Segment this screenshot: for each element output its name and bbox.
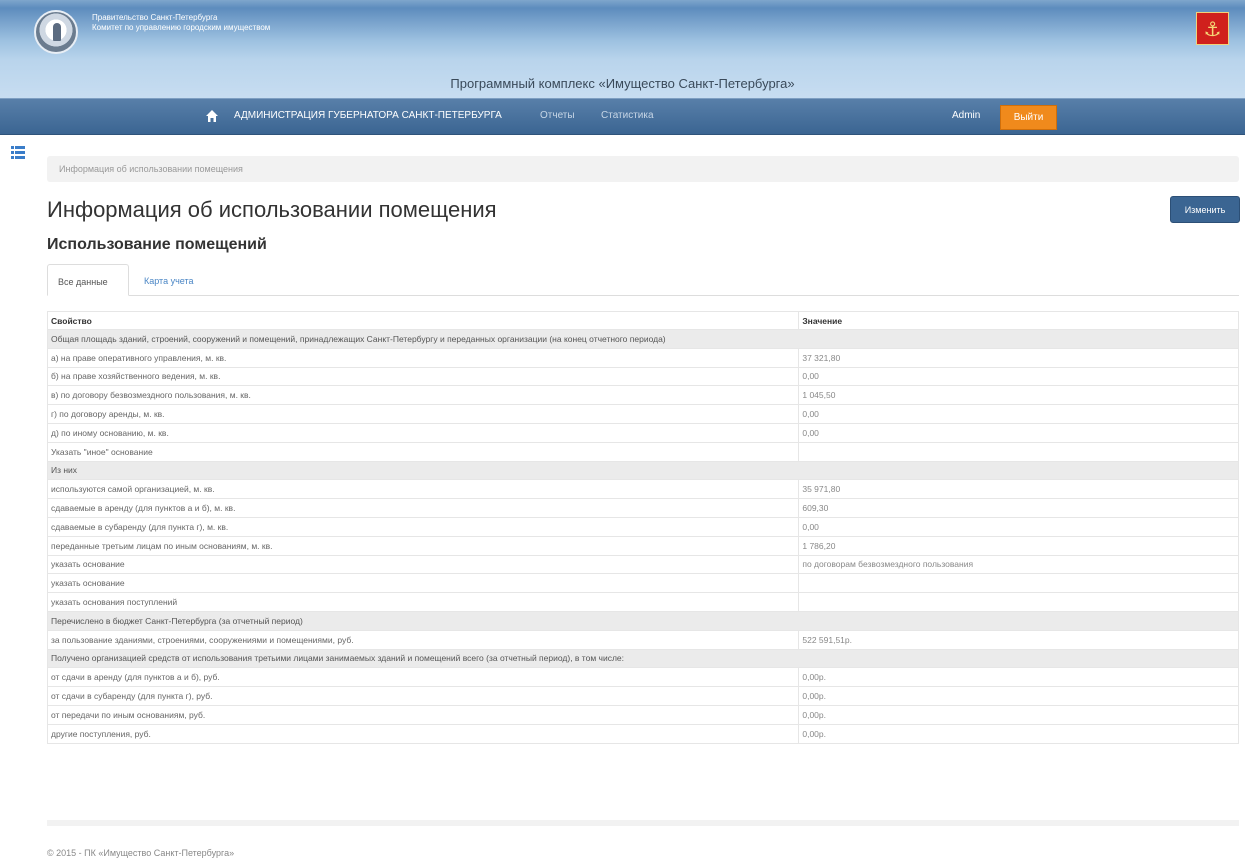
group-label-cell: Получено организацией средств от использ…: [47, 648, 1239, 669]
organization-line-2: Комитет по управлению городским имуществ…: [92, 23, 271, 32]
table-body: Общая площадь зданий, строений, сооружен…: [46, 329, 1239, 744]
table-row: указать основание по договорам безвозмезд…: [46, 554, 1239, 575]
table-row: б) на праве хозяйственного ведения, м. к…: [46, 366, 1239, 387]
nav-item-reports[interactable]: Отчеты: [540, 110, 575, 121]
property-cell: Указать "иное" основание: [46, 441, 800, 462]
header-banner: Правительство Санкт-Петербурга Комитет п…: [0, 0, 1245, 98]
property-cell: переданные третьим лицам по иным основан…: [46, 535, 800, 556]
property-cell: указать основание: [46, 554, 800, 575]
property-cell: а) на праве оперативного управления, м. …: [46, 347, 800, 368]
table-row: используются самой организацией, м. кв. 3…: [46, 479, 1239, 500]
value-cell: 0,00р.: [798, 686, 1239, 706]
tab-record-card[interactable]: Карта учета: [134, 264, 204, 296]
table-group-row: Перечислено в бюджет Санкт-Петербурга (з…: [47, 610, 1239, 631]
nav-item-administration[interactable]: АДМИНИСТРАЦИЯ ГУБЕРНАТОРА САНКТ-ПЕТЕРБУР…: [234, 110, 502, 121]
organization-line-1: Правительство Санкт-Петербурга: [92, 13, 218, 22]
property-cell: сдаваемые в аренду (для пунктов а и б), …: [46, 498, 800, 518]
table-row: от сдачи в аренду (для пунктов а и б), р…: [46, 667, 1239, 688]
group-label-cell: Перечислено в бюджет Санкт-Петербурга (з…: [47, 610, 1239, 631]
table-row: в) по договору безвозмездного пользовани…: [46, 385, 1239, 406]
value-cell: 0,00: [798, 366, 1239, 387]
table-row: от сдачи в субаренду (для пункта г), руб…: [46, 686, 1239, 706]
property-cell: указать основания поступлений: [46, 592, 800, 612]
page-title: Информация об использовании помещения: [47, 197, 497, 222]
group-label-cell: Из них: [47, 460, 1239, 481]
nav-item-statistics[interactable]: Статистика: [601, 110, 654, 121]
table-row: другие поступления, руб. 0,00р.: [46, 723, 1239, 744]
value-cell: 1 045,50: [798, 385, 1239, 406]
property-cell: д) по иному основанию, м. кв.: [46, 422, 800, 443]
value-cell: 35 971,80: [798, 479, 1239, 500]
table-row: д) по иному основанию, м. кв. 0,00: [46, 422, 1239, 443]
column-header-value: Значение: [798, 311, 1239, 330]
column-header-property: Свойство: [46, 311, 800, 330]
value-cell: 0,00: [798, 422, 1239, 443]
value-cell: по договорам безвозмездного пользования: [798, 554, 1239, 575]
value-cell: 37 321,80: [798, 347, 1239, 368]
user-name-link[interactable]: Admin: [952, 110, 980, 121]
property-cell: сдаваемые в субаренду (для пункта г), м.…: [46, 516, 800, 537]
value-cell: 1 786,20: [798, 535, 1239, 556]
property-cell: г) по договору аренды, м. кв.: [46, 404, 800, 424]
value-cell: 609,30: [798, 498, 1239, 518]
footer-copyright: © 2015 - ПК «Имущество Санкт-Петербурга»: [47, 848, 235, 858]
group-label-cell: Общая площадь зданий, строений, сооружен…: [47, 329, 1239, 349]
city-flag-icon: ⚓: [1196, 12, 1229, 45]
table-group-row: Из них: [47, 460, 1239, 481]
government-emblem-icon: [34, 10, 78, 54]
table-row: г) по договору аренды, м. кв. 0,00: [46, 404, 1239, 424]
section-title: Использование помещений: [47, 236, 267, 253]
property-cell: указать основание: [46, 573, 800, 594]
property-cell: используются самой организацией, м. кв.: [46, 479, 800, 500]
tab-bar: Все данные Карта учета: [47, 264, 1239, 296]
property-cell: в) по договору безвозмездного пользовани…: [46, 385, 800, 406]
tab-all-data[interactable]: Все данные: [47, 264, 129, 296]
value-cell: 0,00р.: [798, 704, 1239, 725]
table-row: от передачи по иным основаниям, руб. 0,00…: [46, 704, 1239, 725]
table-row: указать основания поступлений: [46, 592, 1239, 612]
table-row: сдаваемые в аренду (для пунктов а и б), …: [46, 498, 1239, 518]
property-cell: другие поступления, руб.: [46, 723, 800, 744]
value-cell: [798, 573, 1239, 594]
table-row: сдаваемые в субаренду (для пункта г), м.…: [46, 516, 1239, 537]
home-icon[interactable]: [205, 109, 219, 123]
property-cell: от передачи по иным основаниям, руб.: [46, 704, 800, 725]
property-cell: от сдачи в субаренду (для пункта г), руб…: [46, 686, 800, 706]
logout-button[interactable]: Выйти: [1000, 105, 1057, 130]
breadcrumb: Информация об использовании помещения: [47, 156, 1239, 182]
app-subtitle: Программный комплекс «Имущество Санкт-Пе…: [450, 76, 795, 91]
value-cell: 0,00р.: [798, 723, 1239, 744]
table-group-row: Получено организацией средств от использ…: [47, 648, 1239, 669]
organization-name: Правительство Санкт-Петербурга Комитет п…: [92, 13, 270, 33]
table-row: указать основание: [46, 573, 1239, 594]
property-cell: за пользование зданиями, строениями, соо…: [46, 629, 800, 650]
value-cell: 522 591,51р.: [798, 629, 1239, 650]
value-cell: 0,00р.: [798, 667, 1239, 688]
value-cell: 0,00: [798, 516, 1239, 537]
table-row: переданные третьим лицам по иным основан…: [46, 535, 1239, 556]
table-row: Указать "иное" основание: [46, 441, 1239, 462]
table-group-row: Общая площадь зданий, строений, сооружен…: [47, 329, 1239, 349]
value-cell: 0,00: [798, 404, 1239, 424]
property-cell: от сдачи в аренду (для пунктов а и б), р…: [46, 667, 800, 688]
table-row: а) на праве оперативного управления, м. …: [46, 347, 1239, 368]
properties-table: Свойство Значение Общая площадь зданий, …: [46, 311, 1239, 744]
value-cell: [798, 592, 1239, 612]
table-bottom-bar: [47, 820, 1239, 826]
sidebar-list-icon[interactable]: [11, 146, 25, 159]
value-cell: [798, 441, 1239, 462]
main-navbar: АДМИНИСТРАЦИЯ ГУБЕРНАТОРА САНКТ-ПЕТЕРБУР…: [0, 98, 1245, 135]
table-row: за пользование зданиями, строениями, соо…: [46, 629, 1239, 650]
property-cell: б) на праве хозяйственного ведения, м. к…: [46, 366, 800, 387]
table-header-row: Свойство Значение: [46, 311, 1239, 330]
edit-button[interactable]: Изменить: [1170, 196, 1240, 223]
